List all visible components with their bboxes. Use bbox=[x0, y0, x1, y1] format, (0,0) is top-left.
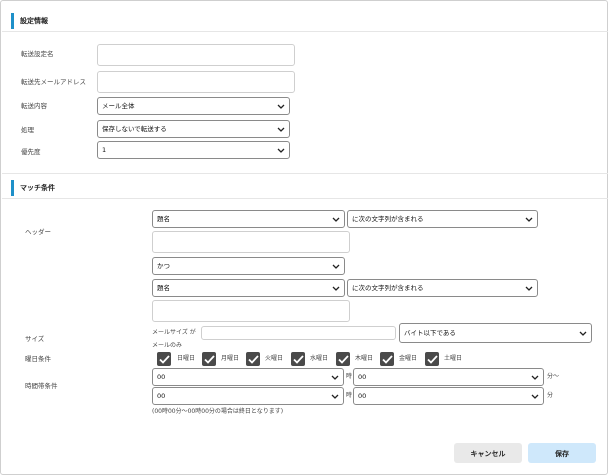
divider bbox=[2, 198, 608, 199]
time-to-hour-value: 00 bbox=[157, 392, 166, 400]
time-label: 時間帯条件 bbox=[25, 382, 58, 390]
match-section-title: マッチ条件 bbox=[11, 180, 55, 196]
divider bbox=[2, 173, 608, 174]
header-field-select-2[interactable]: 題名 bbox=[152, 279, 345, 297]
keep-label: 処理 bbox=[21, 126, 34, 134]
weekday-checkbox-mon[interactable] bbox=[202, 352, 216, 366]
header-operator-select-1-value: に次の文字列が含まれる bbox=[352, 215, 424, 223]
keep-select-value: 保存しないで転送する bbox=[102, 125, 167, 133]
forward-email-label: 転送先メールアドレス bbox=[21, 78, 86, 86]
conjunction-select[interactable]: かつ bbox=[152, 257, 345, 275]
priority-label: 優先度 bbox=[21, 148, 41, 156]
content-label: 転送内容 bbox=[21, 102, 47, 110]
check-icon bbox=[158, 354, 170, 364]
time-to-min-value: 00 bbox=[358, 392, 367, 400]
time-from-min-select[interactable]: 00 bbox=[353, 368, 544, 386]
time-to-min-select[interactable]: 00 bbox=[353, 387, 544, 405]
weekday-label-tue: 火曜日 bbox=[265, 355, 284, 362]
time-from-min-value: 00 bbox=[358, 373, 367, 381]
header-operator-select-2-value: に次の文字列が含まれる bbox=[352, 284, 424, 292]
size-unit-select-value: バイト以下である bbox=[404, 329, 456, 337]
weekday-label-wed: 水曜日 bbox=[310, 355, 329, 362]
forward-name-input[interactable] bbox=[97, 44, 295, 66]
size-label: サイズ bbox=[25, 335, 45, 343]
weekday-checkbox-thu[interactable] bbox=[336, 352, 350, 366]
forward-name-label: 転送設定名 bbox=[21, 50, 54, 58]
check-icon bbox=[381, 354, 393, 364]
header-label: ヘッダー bbox=[25, 228, 51, 236]
weekday-label-mon: 月曜日 bbox=[221, 355, 240, 362]
weekday-label-thu: 木曜日 bbox=[355, 355, 374, 362]
content-select[interactable]: メール全体 bbox=[97, 97, 290, 115]
check-icon bbox=[203, 354, 215, 364]
header-field-select-2-value: 題名 bbox=[157, 284, 170, 292]
divider bbox=[2, 31, 608, 32]
header-field-select-1-value: 題名 bbox=[157, 215, 170, 223]
hour-unit-to: 時 bbox=[346, 392, 353, 399]
chevron-down-icon bbox=[332, 211, 340, 227]
priority-select-value: 1 bbox=[102, 146, 107, 154]
check-icon bbox=[426, 354, 438, 364]
header-operator-select-1[interactable]: に次の文字列が含まれる bbox=[347, 210, 538, 228]
weekday-checkbox-tue[interactable] bbox=[246, 352, 260, 366]
forward-email-input[interactable] bbox=[97, 71, 295, 93]
chevron-down-icon bbox=[525, 211, 533, 227]
chevron-down-icon bbox=[277, 142, 285, 158]
chevron-down-icon bbox=[531, 388, 539, 404]
time-to-hour-select[interactable]: 00 bbox=[152, 387, 344, 405]
check-icon bbox=[247, 354, 259, 364]
weekday-checkbox-fri[interactable] bbox=[380, 352, 394, 366]
content-select-value: メール全体 bbox=[102, 102, 135, 110]
time-from-hour-value: 00 bbox=[157, 373, 166, 381]
chevron-down-icon bbox=[331, 388, 339, 404]
chevron-down-icon bbox=[579, 324, 587, 342]
header-field-select-1[interactable]: 題名 bbox=[152, 210, 345, 228]
time-note: (00時00分〜00時00分の場合は終日となります) bbox=[152, 408, 284, 415]
chevron-down-icon bbox=[525, 280, 533, 296]
size-unit-select[interactable]: バイト以下である bbox=[399, 323, 592, 343]
weekday-label-sun: 日曜日 bbox=[177, 355, 196, 362]
header-text-input-2[interactable] bbox=[152, 300, 350, 322]
chevron-down-icon bbox=[277, 121, 285, 137]
chevron-down-icon bbox=[331, 369, 339, 385]
size-input[interactable] bbox=[201, 326, 396, 340]
header-operator-select-2[interactable]: に次の文字列が含まれる bbox=[347, 279, 538, 297]
check-icon bbox=[292, 354, 304, 364]
chevron-down-icon bbox=[332, 280, 340, 296]
header-text-input-1[interactable] bbox=[152, 231, 350, 253]
chevron-down-icon bbox=[332, 258, 340, 274]
weekday-label: 曜日条件 bbox=[25, 355, 51, 363]
weekday-label-sat: 土曜日 bbox=[444, 355, 463, 362]
weekday-checkbox-sun[interactable] bbox=[157, 352, 171, 366]
weekday-checkbox-wed[interactable] bbox=[291, 352, 305, 366]
size-note: メールのみ bbox=[152, 342, 183, 349]
conjunction-select-value: かつ bbox=[157, 262, 170, 270]
weekday-checkbox-sat[interactable] bbox=[425, 352, 439, 366]
check-icon bbox=[337, 354, 349, 364]
settings-panel: 設定情報 転送設定名 転送先メールアドレス 転送内容 メール全体 処理 保存しな… bbox=[0, 0, 608, 475]
cancel-button[interactable]: キャンセル bbox=[454, 443, 522, 463]
save-button[interactable]: 保存 bbox=[528, 443, 596, 463]
hour-unit-from: 時 bbox=[346, 373, 353, 380]
priority-select[interactable]: 1 bbox=[97, 141, 290, 159]
keep-select[interactable]: 保存しないで転送する bbox=[97, 120, 290, 138]
min-unit-to: 分 bbox=[547, 392, 554, 399]
weekday-label-fri: 金曜日 bbox=[399, 355, 418, 362]
time-from-hour-select[interactable]: 00 bbox=[152, 368, 344, 386]
min-unit-from: 分〜 bbox=[547, 373, 560, 380]
chevron-down-icon bbox=[531, 369, 539, 385]
settings-section-title: 設定情報 bbox=[11, 13, 48, 29]
size-prefix: メールサイズ が bbox=[152, 329, 196, 336]
chevron-down-icon bbox=[277, 98, 285, 114]
